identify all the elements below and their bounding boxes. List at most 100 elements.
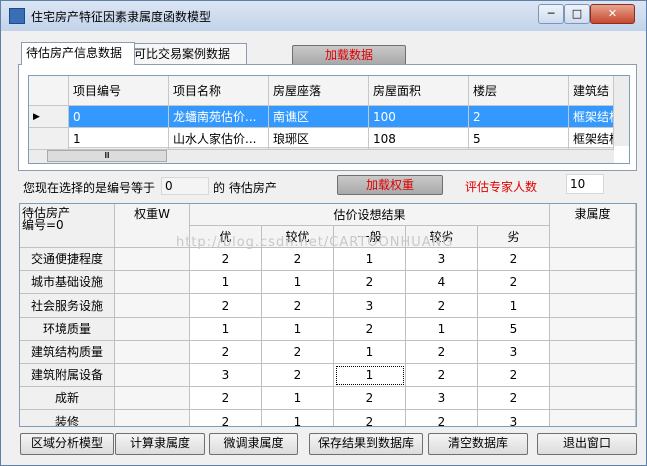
table-cell[interactable]: 2 — [469, 106, 569, 128]
expert-count-field[interactable]: 10 — [566, 174, 604, 194]
tab-appraised-property[interactable]: 待估房产信息数据 — [21, 42, 135, 65]
score-cell[interactable]: 5 — [478, 318, 550, 341]
area-analysis-button[interactable]: 区域分析模型 — [20, 433, 114, 455]
current-row-arrow-icon[interactable]: ▶ — [29, 106, 69, 128]
save-to-database-button[interactable]: 保存结果到数据库 — [309, 433, 423, 455]
score-cell[interactable]: 2 — [478, 248, 550, 271]
weight-cell[interactable] — [115, 271, 190, 294]
score-cell[interactable]: 1 — [262, 387, 334, 410]
membership-cell[interactable] — [550, 341, 636, 364]
weight-cell[interactable] — [115, 410, 190, 426]
score-cell[interactable]: 1 — [262, 410, 334, 426]
score-cell[interactable]: 2 — [406, 294, 478, 318]
table-cell[interactable]: 龙蟠南苑估价... — [169, 106, 269, 128]
score-cell[interactable]: 1 — [334, 364, 406, 387]
score-cell[interactable]: 2 — [190, 387, 262, 410]
column-header[interactable]: 项目编号 — [69, 76, 169, 106]
membership-cell[interactable] — [550, 318, 636, 341]
score-cell[interactable]: 1 — [478, 294, 550, 318]
column-header[interactable]: 建筑结 — [569, 76, 614, 106]
table-cell[interactable]: 南谯区 — [269, 106, 369, 128]
app-icon — [9, 8, 25, 24]
score-cell[interactable]: 3 — [478, 341, 550, 364]
score-cell[interactable]: 2 — [190, 248, 262, 271]
column-header[interactable]: 房屋座落 — [269, 76, 369, 106]
score-cell[interactable]: 2 — [190, 341, 262, 364]
exit-window-button[interactable]: 退出窗口 — [537, 433, 637, 455]
score-cell[interactable]: 1 — [406, 318, 478, 341]
score-cell[interactable]: 2 — [406, 410, 478, 426]
score-cell[interactable]: 2 — [334, 271, 406, 294]
score-cell[interactable]: 2 — [478, 271, 550, 294]
score-cell[interactable]: 3 — [406, 387, 478, 410]
maximize-button[interactable]: □ — [564, 4, 590, 24]
membership-cell[interactable] — [550, 271, 636, 294]
selected-id-field[interactable]: 0 — [161, 177, 209, 195]
table-cell[interactable]: 山水人家估价... — [169, 128, 269, 150]
score-cell[interactable]: 2 — [190, 410, 262, 426]
factor-label: 装修 — [20, 410, 115, 426]
weight-cell[interactable] — [115, 248, 190, 271]
score-cell[interactable]: 2 — [478, 387, 550, 410]
score-cell[interactable]: 2 — [262, 341, 334, 364]
score-cell[interactable]: 3 — [406, 248, 478, 271]
score-cell[interactable]: 2 — [334, 410, 406, 426]
membership-cell[interactable] — [550, 248, 636, 271]
score-cell[interactable]: 2 — [334, 387, 406, 410]
property-grid[interactable]: Ⅲ 项目编号 项目名称 房屋座落 房屋面积 楼层 建筑结 ▶ 0 龙蟠南苑估价... 南谯区 100… — [28, 75, 630, 164]
score-cell[interactable]: 2 — [262, 294, 334, 318]
table-cell[interactable]: 框架结构 — [569, 128, 614, 150]
row-header[interactable] — [29, 128, 69, 150]
table-cell[interactable]: 100 — [369, 106, 469, 128]
score-cell[interactable]: 1 — [334, 341, 406, 364]
weight-cell[interactable] — [115, 318, 190, 341]
adjust-membership-button[interactable]: 微调隶属度 — [209, 433, 298, 455]
score-cell[interactable]: 2 — [334, 318, 406, 341]
membership-cell[interactable] — [550, 387, 636, 410]
score-cell[interactable]: 2 — [190, 294, 262, 318]
table-cell[interactable]: 5 — [469, 128, 569, 150]
membership-cell[interactable] — [550, 364, 636, 387]
score-cell[interactable]: 1 — [262, 318, 334, 341]
weight-cell[interactable] — [115, 294, 190, 318]
membership-cell[interactable] — [550, 410, 636, 426]
clear-database-button[interactable]: 清空数据库 — [428, 433, 528, 455]
membership-cell[interactable] — [550, 294, 636, 318]
table-cell[interactable]: 框架结构 — [569, 106, 614, 128]
score-cell[interactable]: 2 — [406, 364, 478, 387]
score-cell[interactable]: 4 — [406, 271, 478, 294]
score-cell[interactable]: 3 — [334, 294, 406, 318]
column-header[interactable]: 房屋面积 — [369, 76, 469, 106]
result-subheader[interactable]: 劣 — [478, 226, 550, 248]
minimize-button[interactable]: ─ — [538, 4, 564, 24]
score-cell[interactable]: 2 — [478, 364, 550, 387]
column-header[interactable]: 项目名称 — [169, 76, 269, 106]
close-button[interactable]: ✕ — [590, 4, 635, 24]
weight-cell[interactable] — [115, 387, 190, 410]
column-header[interactable]: 楼层 — [469, 76, 569, 106]
table-cell[interactable]: 108 — [369, 128, 469, 150]
table-cell[interactable]: 0 — [69, 106, 169, 128]
score-cell[interactable]: 2 — [262, 248, 334, 271]
vertical-scrollbar[interactable] — [613, 76, 629, 146]
load-weight-button[interactable]: 加载权重 — [337, 175, 443, 195]
score-cell[interactable]: 3 — [478, 410, 550, 426]
score-cell[interactable]: 1 — [190, 318, 262, 341]
load-data-button[interactable]: 加载数据 — [292, 45, 406, 65]
table-cell[interactable]: 1 — [69, 128, 169, 150]
membership-column-header[interactable]: 隶属度 — [550, 204, 636, 248]
tab-comparable-cases[interactable]: 可比交易案例数据 — [129, 43, 247, 64]
calculate-membership-button[interactable]: 计算隶属度 — [115, 433, 205, 455]
tab-panel: Ⅲ 项目编号 项目名称 房屋座落 房屋面积 楼层 建筑结 ▶ 0 龙蟠南苑估价... 南谯区 100… — [18, 64, 637, 171]
score-cell[interactable]: 1 — [334, 248, 406, 271]
score-cell[interactable]: 2 — [406, 341, 478, 364]
scroll-thumb[interactable]: Ⅲ — [47, 150, 167, 162]
score-cell[interactable]: 1 — [262, 271, 334, 294]
score-cell[interactable]: 2 — [262, 364, 334, 387]
table-cell[interactable]: 琅琊区 — [269, 128, 369, 150]
weight-cell[interactable] — [115, 341, 190, 364]
score-cell[interactable]: 1 — [190, 271, 262, 294]
weight-cell[interactable] — [115, 364, 190, 387]
result-group-header: 估价设想结果 — [190, 204, 550, 226]
score-cell[interactable]: 3 — [190, 364, 262, 387]
